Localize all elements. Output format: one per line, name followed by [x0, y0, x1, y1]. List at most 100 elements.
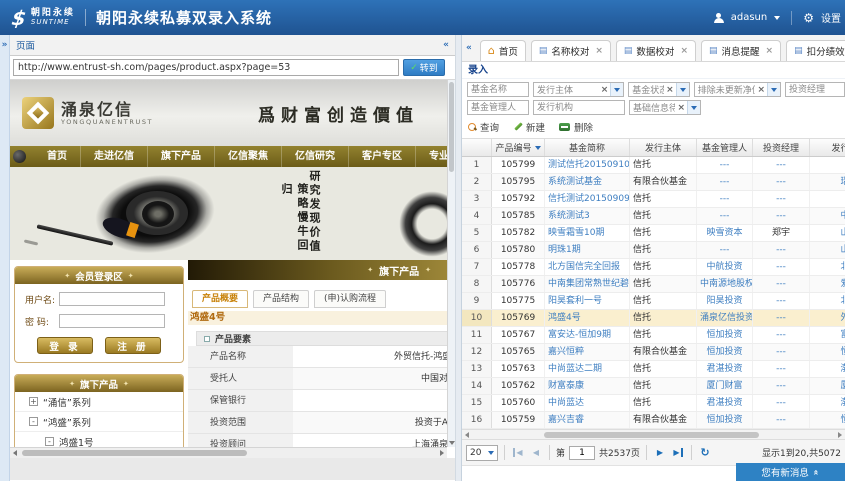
table-row[interactable]: 14105762财富泰康信托厦门财富---厦门 [462, 378, 845, 395]
fund-name-link[interactable]: 嘉兴恒粹 [545, 344, 630, 360]
combo-arrow-icon[interactable] [767, 83, 780, 96]
fund-name-link[interactable]: 信托测试20150909 [545, 191, 630, 207]
fund-name-link[interactable]: 北方国信完全回报 [545, 259, 630, 275]
table-row[interactable]: 15105760中尚蓝达信托君湛投资---渤海 [462, 395, 845, 412]
product-tab[interactable]: 产品概要 [192, 290, 248, 308]
site-nav-item[interactable]: 客户专区 [348, 146, 415, 167]
user-menu[interactable]: adasun [731, 12, 768, 23]
site-nav-item[interactable]: 旗下产品 [147, 146, 214, 167]
combo-clear-icon[interactable]: × [675, 103, 687, 113]
url-input[interactable] [13, 59, 399, 76]
site-nav-item[interactable]: 亿信聚焦 [214, 146, 281, 167]
webpage-vertical-scrollbar[interactable] [447, 80, 455, 447]
create-button[interactable]: 新建 [513, 120, 545, 134]
table-row[interactable]: 13105763中尚蓝达二期信托君湛投资---渤海 [462, 361, 845, 378]
reload-grid-button[interactable]: ↻ [698, 446, 712, 459]
table-row[interactable]: 7105778北方国信完全回报信托中航投资---北方 [462, 259, 845, 276]
filter-combo[interactable]: 排除未更新净值基金× [694, 82, 781, 97]
go-button[interactable]: ✓ 转到 [403, 59, 445, 76]
column-header-发行机构[interactable]: 发行机构 [810, 139, 845, 156]
fund-name-link[interactable]: 嘉兴吉睿 [545, 412, 630, 428]
fund-name-link[interactable]: 中南集团常熟世纪碧城 [545, 276, 630, 292]
table-row[interactable]: 5105782映雪霜雪10期信托映雪资本郑宇山东 [462, 225, 845, 242]
query-button[interactable]: 查询 [468, 120, 499, 134]
last-page-button[interactable]: ▶ [671, 448, 685, 457]
table-row[interactable]: 2105795系统测试基金有限合伙基金------瑞银 [462, 174, 845, 191]
table-row[interactable]: 4105785系统测试3信托------中融 [462, 208, 845, 225]
site-nav-item[interactable]: 专业机构 [415, 146, 447, 167]
username-input[interactable] [59, 292, 165, 306]
fund-name-link[interactable]: 测试信托20150910 [545, 157, 630, 173]
fund-name-link[interactable]: 系统测试基金 [545, 174, 630, 190]
table-row[interactable]: 16105759嘉兴吉睿有限合伙基金恒加投资---恒加 [462, 412, 845, 429]
fund-name-link[interactable]: 系统测试3 [545, 208, 630, 224]
tab-首页[interactable]: ⌂首页 [480, 40, 526, 61]
login-button[interactable]: 登 录 [37, 337, 93, 354]
product-tab[interactable]: 产品结构 [253, 290, 309, 308]
tab-close-icon[interactable]: × [595, 46, 603, 56]
first-page-button[interactable]: ◀ [511, 448, 525, 457]
page-size-select[interactable]: 20 [466, 445, 498, 461]
prev-page-button[interactable]: ◀ [529, 448, 543, 457]
tab-close-icon[interactable]: × [766, 46, 774, 56]
tab-消息提醒[interactable]: ▤消息提醒× [701, 40, 781, 61]
column-header-投资经理[interactable]: 投资经理 [753, 139, 810, 156]
tree-toggle-icon[interactable]: + [29, 397, 38, 406]
fund-name-link[interactable]: 中尚蓝达 [545, 395, 630, 411]
table-row[interactable]: 3105792信托测试20150909信托--------- [462, 191, 845, 208]
settings-button[interactable]: 设置 [821, 10, 841, 25]
webpage-horizontal-scrollbar[interactable] [10, 447, 447, 458]
panel-splitter[interactable] [455, 35, 462, 481]
combo-arrow-icon[interactable] [687, 101, 700, 114]
column-header-基金管理人[interactable]: 基金管理人 [697, 139, 753, 156]
tab-close-icon[interactable]: × [680, 46, 688, 56]
product-tab[interactable]: (申)认购流程 [314, 290, 386, 308]
next-page-button[interactable]: ▶ [653, 448, 667, 457]
expand-icon[interactable]: » [2, 40, 8, 50]
fund-name-link[interactable]: 富安达-恒加9期 [545, 327, 630, 343]
scroll-left-icon[interactable] [13, 450, 17, 456]
fund-name-link[interactable]: 映雪霜雪10期 [545, 225, 630, 241]
fund-name-link[interactable]: 财富泰康 [545, 378, 630, 394]
table-row[interactable]: 8105776中南集团常熟世纪碧城信托中南源地股权投资---爱建 [462, 276, 845, 293]
filter-combo[interactable]: 基金状态× [628, 82, 689, 97]
filter-combo[interactable]: 发行主体× [533, 82, 624, 97]
site-nav-item[interactable]: 走进亿信 [80, 146, 147, 167]
tree-item[interactable]: -“鸿盛”系列 [15, 412, 183, 432]
combo-clear-icon[interactable]: × [755, 85, 767, 95]
password-input[interactable] [59, 314, 165, 328]
column-header-发行主体[interactable]: 发行主体 [630, 139, 697, 156]
tab-扣分绩效统计[interactable]: ▤扣分绩效统计× [786, 40, 845, 61]
page-number-input[interactable] [569, 446, 595, 460]
gear-icon[interactable]: ⚙ [803, 12, 814, 24]
tab-名称校对[interactable]: ▤名称校对× [531, 40, 611, 61]
table-row[interactable]: 1105799测试信托20150910信托--------- [462, 157, 845, 174]
new-message-bar[interactable]: 您有新消息 » [736, 463, 845, 481]
table-row[interactable]: 10105769鸿盛4号信托涌泉亿信投资---外贸 [462, 310, 845, 327]
fund-name-link[interactable]: 明珠1期 [545, 242, 630, 258]
scroll-right-icon[interactable] [838, 432, 842, 438]
tree-toggle-icon[interactable]: - [29, 417, 38, 426]
tab-数据校对[interactable]: ▤数据校对× [616, 40, 696, 61]
left-collapse-strip[interactable]: » [0, 35, 10, 481]
filter-input[interactable] [785, 82, 845, 97]
register-button[interactable]: 注 册 [105, 337, 161, 354]
user-caret-icon[interactable] [774, 16, 780, 20]
fund-name-link[interactable]: 中尚蓝达二期 [545, 361, 630, 377]
scroll-left-icon[interactable] [465, 432, 469, 438]
combo-arrow-icon[interactable] [676, 83, 689, 96]
table-row[interactable]: 11105767富安达-恒加9期信托恒加投资---富安 [462, 327, 845, 344]
filter-input[interactable] [533, 100, 625, 115]
tree-item[interactable]: -鸿盛1号 [15, 432, 183, 447]
site-nav-item[interactable]: 亿信研究 [281, 146, 348, 167]
fund-name-link[interactable]: 阳昊套利一号 [545, 293, 630, 309]
combo-arrow-icon[interactable] [610, 83, 623, 96]
combo-clear-icon[interactable]: × [664, 85, 676, 95]
column-header-产品编号[interactable]: 产品编号 [492, 139, 545, 156]
grid-horizontal-scrollbar[interactable] [462, 429, 845, 440]
collapse-panel-icon[interactable]: « [466, 43, 472, 53]
column-header-基金简称[interactable]: 基金简称 [545, 139, 630, 156]
table-row[interactable]: 12105765嘉兴恒粹有限合伙基金恒加投资---恒加 [462, 344, 845, 361]
filter-input[interactable] [467, 100, 529, 115]
combo-clear-icon[interactable]: × [599, 85, 611, 95]
